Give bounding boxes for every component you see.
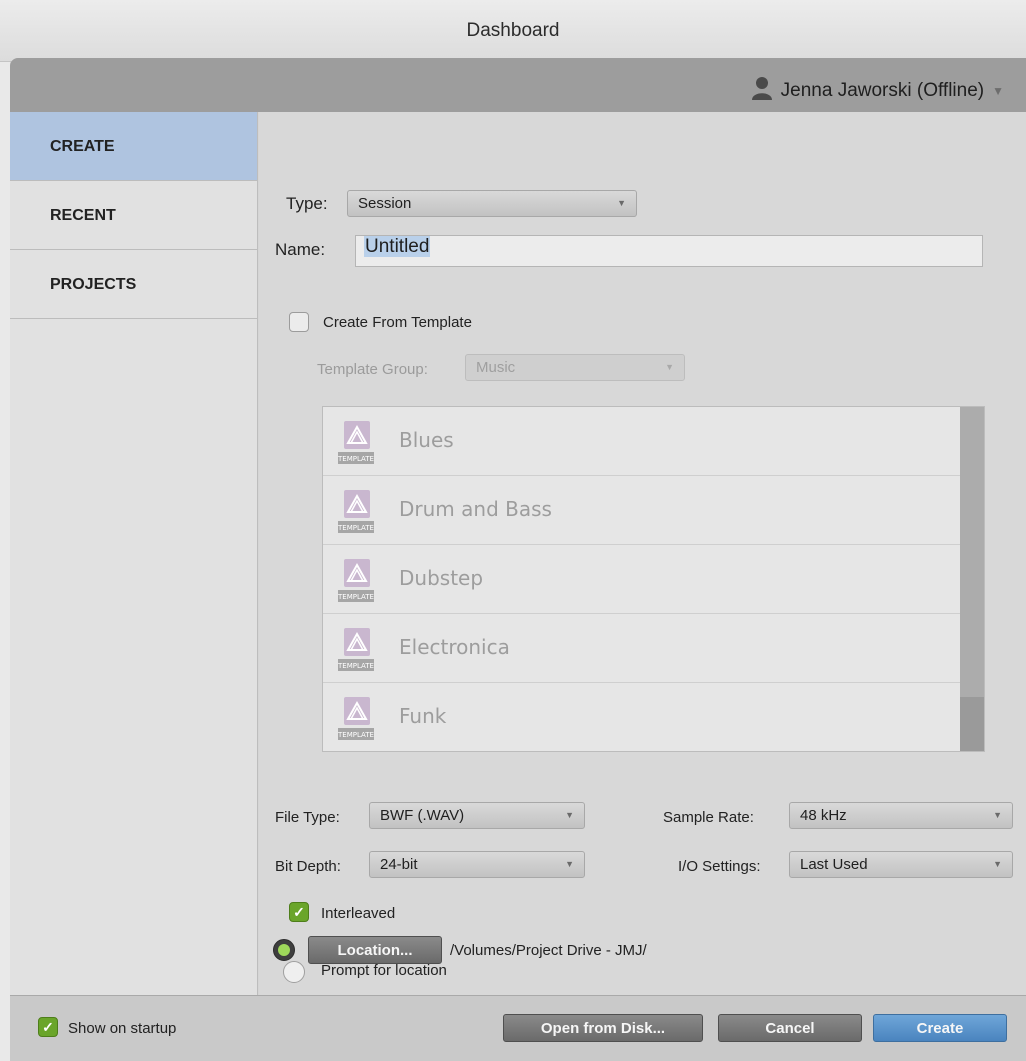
template-group-select[interactable]: Music ▼ [465,354,685,381]
template-name: Blues [399,428,454,452]
template-icon-text: TEMPLATE [337,662,374,670]
create-from-template-label: Create From Template [323,314,472,331]
user-menu[interactable]: Jenna Jaworski (Offline) ▼ [751,76,1004,106]
template-name: Drum and Bass [399,497,552,521]
chevron-down-icon: ▼ [617,198,626,208]
location-radio[interactable] [273,939,295,961]
interleaved-label: Interleaved [321,905,396,922]
window-titlebar: Dashboard [0,0,1026,62]
bit-depth-select[interactable]: 24-bit ▼ [369,851,585,878]
template-icon-text: TEMPLATE [337,731,374,739]
name-value: Untitled [364,236,431,257]
chevron-down-icon: ▼ [992,84,1004,98]
list-item[interactable]: TEMPLATE Funk [323,683,960,751]
io-settings-label: I/O Settings: [678,858,761,875]
sidebar: CREATE RECENT PROJECTS [10,112,258,995]
sidebar-item-projects[interactable]: PROJECTS [10,250,257,319]
chevron-down-icon: ▼ [565,810,574,820]
scrollbar-thumb[interactable] [960,697,984,751]
template-name: Dubstep [399,566,484,590]
template-group-value: Music [476,359,516,376]
io-settings-select[interactable]: Last Used ▼ [789,851,1013,878]
prompt-location-radio[interactable] [283,961,305,983]
location-path: /Volumes/Project Drive - JMJ/ [450,942,647,959]
sidebar-item-create[interactable]: CREATE [10,112,257,181]
template-name: Electronica [399,635,510,659]
bit-depth-value: 24-bit [380,856,418,873]
template-icon: TEMPLATE [337,557,383,605]
dashboard-window: Jenna Jaworski (Offline) ▼ CREATE RECENT… [10,58,1026,1061]
radio-selected-dot [278,944,290,956]
user-bar: Jenna Jaworski (Offline) ▼ [10,58,1026,112]
type-value: Session [358,195,412,212]
footer-bar: ✓ Show on startup Open from Disk... Canc… [10,995,1026,1061]
template-group-label: Template Group: [317,361,428,378]
template-icon-text: TEMPLATE [337,524,374,532]
sample-rate-label: Sample Rate: [663,809,754,826]
template-rows: TEMPLATE Blues TEMPLATE Drum and Bass TE… [323,407,960,751]
checkmark-icon: ✓ [42,1019,54,1035]
location-button[interactable]: Location... [308,936,442,964]
list-item[interactable]: TEMPLATE Electronica [323,614,960,683]
sample-rate-select[interactable]: 48 kHz ▼ [789,802,1013,829]
open-from-disk-button[interactable]: Open from Disk... [503,1014,703,1042]
list-item[interactable]: TEMPLATE Dubstep [323,545,960,614]
background-window-edge [0,62,10,1061]
create-from-template-checkbox[interactable] [289,312,309,332]
chevron-down-icon: ▼ [565,859,574,869]
chevron-down-icon: ▼ [993,859,1002,869]
list-item[interactable]: TEMPLATE Drum and Bass [323,476,960,545]
name-field[interactable]: Untitled [355,235,983,267]
create-panel: Type: Session ▼ Name: Untitled Create Fr… [259,112,1026,995]
file-type-label: File Type: [275,809,340,826]
name-label: Name: [275,240,326,259]
io-settings-value: Last Used [800,856,868,873]
sidebar-item-recent[interactable]: RECENT [10,181,257,250]
window-title: Dashboard [466,20,560,41]
chevron-down-icon: ▼ [993,810,1002,820]
show-on-startup-label: Show on startup [68,1020,177,1037]
template-list[interactable]: TEMPLATE Blues TEMPLATE Drum and Bass TE… [322,406,985,752]
user-name: Jenna Jaworski (Offline) [780,80,985,101]
sample-rate-value: 48 kHz [800,807,847,824]
file-type-select[interactable]: BWF (.WAV) ▼ [369,802,585,829]
checkmark-icon: ✓ [293,904,305,920]
create-button[interactable]: Create [873,1014,1007,1042]
file-type-value: BWF (.WAV) [380,807,465,824]
template-list-scrollbar[interactable] [960,407,984,751]
user-icon [751,76,773,106]
list-item[interactable]: TEMPLATE Blues [323,407,960,476]
template-icon: TEMPLATE [337,419,383,467]
type-select[interactable]: Session ▼ [347,190,637,217]
prompt-location-label: Prompt for location [321,962,447,979]
template-icon-text: TEMPLATE [337,455,374,463]
cancel-button[interactable]: Cancel [718,1014,862,1042]
template-name: Funk [399,704,447,728]
template-icon-text: TEMPLATE [337,593,374,601]
template-icon: TEMPLATE [337,626,383,674]
template-icon: TEMPLATE [337,695,383,743]
interleaved-checkbox[interactable]: ✓ [289,902,309,922]
show-on-startup-checkbox[interactable]: ✓ [38,1017,58,1037]
type-label: Type: [286,194,328,213]
chevron-down-icon: ▼ [665,362,674,372]
bit-depth-label: Bit Depth: [275,858,341,875]
template-icon: TEMPLATE [337,488,383,536]
